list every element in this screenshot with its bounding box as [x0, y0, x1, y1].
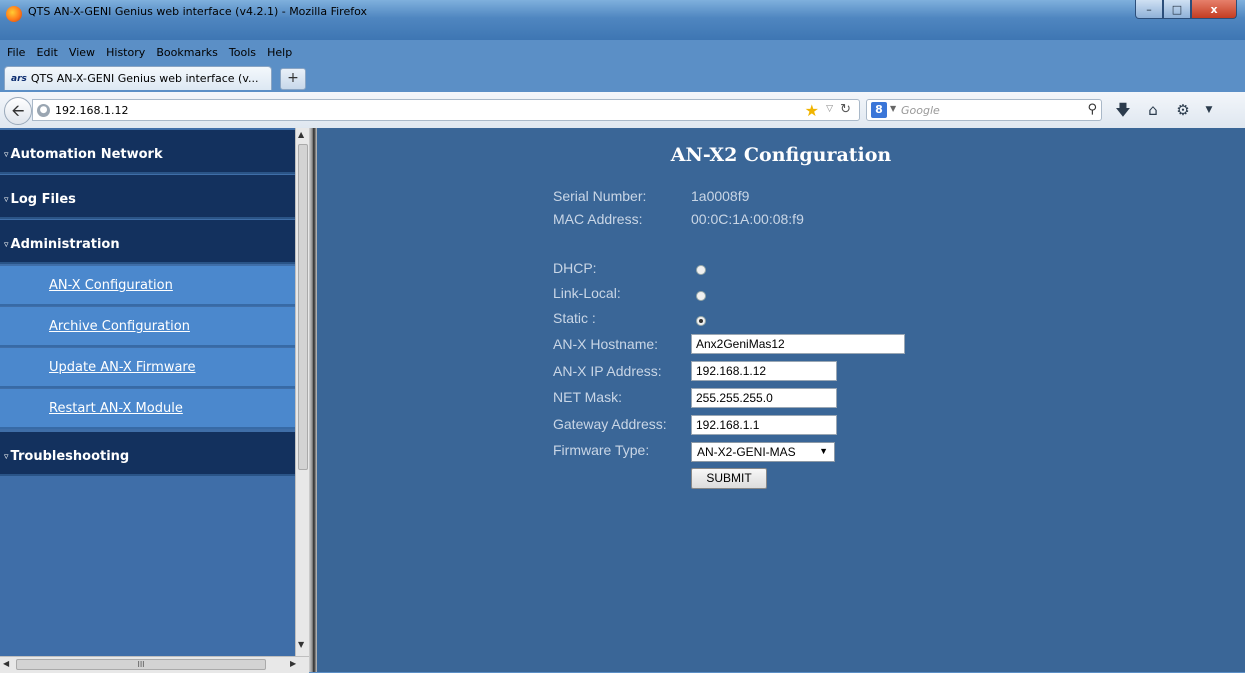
sidebar-vertical-scrollbar[interactable]: ▲ ▼: [295, 128, 310, 656]
section-label: Automation Network: [10, 147, 163, 162]
sidebar-item-update-firmware[interactable]: Update AN-X Firmware: [0, 348, 295, 388]
menu-bookmarks[interactable]: Bookmarks: [153, 44, 220, 61]
menu-edit[interactable]: Edit: [34, 44, 61, 61]
sidebar-section-troubleshooting[interactable]: ▿ Troubleshooting: [0, 432, 295, 476]
menu-tools[interactable]: Tools: [226, 44, 259, 61]
chevron-down-icon: ▼: [819, 446, 828, 456]
scroll-left-arrow-icon[interactable]: ◀: [3, 659, 9, 668]
sidebar-horizontal-scrollbar[interactable]: ◀ III ▶: [0, 656, 309, 673]
firefox-logo-icon: [6, 6, 22, 22]
window-title-bar: QTS AN-X-GENI Genius web interface (v4.2…: [0, 0, 1245, 40]
serial-number-value: 1a0008f9: [691, 188, 750, 204]
menu-history[interactable]: History: [103, 44, 148, 61]
hostname-label: AN-X Hostname:: [553, 336, 659, 352]
sidebar-section-automation-network[interactable]: ▿ Automation Network: [0, 130, 295, 174]
search-placeholder: Google: [901, 104, 940, 117]
sidebar-section-log-files[interactable]: ▿ Log Files: [0, 175, 295, 219]
engine-dropdown-icon[interactable]: ▼: [890, 104, 896, 113]
dhcp-label: DHCP:: [553, 260, 597, 276]
address-bar[interactable]: ● 192.168.1.12 ★ ▽ ↻: [32, 99, 860, 121]
menu-file[interactable]: File: [4, 44, 28, 61]
link-local-label: Link-Local:: [553, 285, 621, 301]
dhcp-radio[interactable]: [696, 265, 706, 275]
sidebar-item-archive-configuration[interactable]: Archive Configuration: [0, 307, 295, 347]
navigation-toolbar: 🡨 ● 192.168.1.12 ★ ▽ ↻ 8 ▼ Google ⚲ 🡇 ⌂ …: [0, 92, 1245, 129]
scrollbar-thumb[interactable]: III: [16, 659, 266, 670]
search-bar[interactable]: 8 ▼ Google ⚲: [866, 99, 1102, 121]
sidebar-item-label[interactable]: Update AN-X Firmware: [49, 360, 196, 375]
gateway-address-label: Gateway Address:: [553, 416, 667, 432]
sidebar-item-label[interactable]: Archive Configuration: [49, 319, 190, 334]
sidebar: ▿ Automation Network ▿ Log Files ▿ Administ…: [0, 128, 295, 672]
globe-icon: ●: [37, 104, 50, 117]
sidebar-section-administration[interactable]: ▿ Administration: [0, 220, 295, 264]
menu-view[interactable]: View: [66, 44, 98, 61]
static-label: Static :: [553, 310, 596, 326]
main-content: AN-X2 Configuration Serial Number: 1a000…: [317, 128, 1245, 672]
sidebar-item-label[interactable]: AN-X Configuration: [49, 278, 173, 293]
back-button[interactable]: 🡨: [4, 97, 32, 125]
firmware-type-label: Firmware Type:: [553, 442, 650, 458]
addon-icon[interactable]: ⚙: [1172, 99, 1194, 121]
mac-address-label: MAC Address:: [553, 211, 643, 227]
search-engine-icon[interactable]: 8: [871, 102, 887, 118]
gateway-address-input[interactable]: 192.168.1.1: [691, 415, 837, 435]
close-button[interactable]: x: [1191, 0, 1237, 19]
bookmark-star-icon[interactable]: ★: [805, 101, 819, 120]
static-radio[interactable]: [696, 316, 706, 326]
scroll-right-arrow-icon[interactable]: ▶: [290, 659, 296, 668]
site-favicon-icon: ars: [11, 73, 27, 84]
expand-triangle-icon: ▿: [4, 452, 9, 462]
expand-triangle-icon: ▿: [4, 240, 9, 250]
ip-address-input[interactable]: 192.168.1.12: [691, 361, 837, 381]
scroll-down-arrow-icon[interactable]: ▼: [298, 640, 304, 649]
mac-address-value: 00:0C:1A:00:08:f9: [691, 211, 804, 227]
back-arrow-icon: 🡨: [11, 101, 25, 120]
expand-triangle-icon: ▿: [4, 150, 9, 160]
firmware-type-select[interactable]: AN-X2-GENI-MAS ▼: [691, 442, 835, 462]
menu-help[interactable]: Help: [264, 44, 295, 61]
page-title: AN-X2 Configuration: [670, 144, 892, 166]
scroll-up-arrow-icon[interactable]: ▲: [298, 130, 304, 139]
tab-title: QTS AN-X-GENI Genius web interface (v...: [30, 72, 259, 85]
sidebar-item-restart-module[interactable]: Restart AN-X Module: [0, 389, 295, 429]
ip-address-label: AN-X IP Address:: [553, 363, 662, 379]
net-mask-label: NET Mask:: [553, 389, 622, 405]
home-icon[interactable]: ⌂: [1142, 99, 1164, 121]
section-label: Troubleshooting: [10, 449, 130, 464]
sidebar-item-anx-configuration[interactable]: AN-X Configuration: [0, 266, 295, 306]
window-controls: – □ x: [1135, 0, 1237, 20]
firmware-type-value: AN-X2-GENI-MAS: [697, 445, 796, 459]
window-title: QTS AN-X-GENI Genius web interface (v4.2…: [28, 5, 368, 18]
hostname-input[interactable]: Anx2GeniMas12: [691, 334, 905, 354]
minimize-button[interactable]: –: [1135, 0, 1163, 19]
maximize-button[interactable]: □: [1163, 0, 1191, 19]
menu-bar: File Edit View History Bookmarks Tools H…: [0, 40, 1245, 60]
net-mask-input[interactable]: 255.255.255.0: [691, 388, 837, 408]
tab-strip: ars QTS AN-X-GENI Genius web interface (…: [0, 64, 1245, 92]
sidebar-item-label[interactable]: Restart AN-X Module: [49, 401, 183, 416]
url-text: 192.168.1.12: [55, 104, 129, 117]
section-label: Log Files: [10, 192, 76, 207]
section-label: Administration: [10, 237, 120, 252]
frame-divider[interactable]: [309, 128, 317, 672]
link-local-radio[interactable]: [696, 291, 706, 301]
submit-button[interactable]: SUBMIT: [691, 468, 767, 489]
expand-triangle-icon: ▿: [4, 195, 9, 205]
browser-tab[interactable]: ars QTS AN-X-GENI Genius web interface (…: [4, 66, 272, 90]
scrollbar-thumb[interactable]: [298, 144, 308, 470]
search-icon[interactable]: ⚲: [1087, 102, 1097, 117]
addon-dropdown-icon[interactable]: ▼: [1198, 99, 1220, 121]
serial-number-label: Serial Number:: [553, 188, 647, 204]
new-tab-button[interactable]: +: [280, 68, 306, 90]
reload-icon[interactable]: ↻: [840, 102, 851, 117]
download-icon[interactable]: 🡇: [1112, 99, 1134, 121]
url-history-dropdown-icon[interactable]: ▽: [826, 104, 833, 114]
